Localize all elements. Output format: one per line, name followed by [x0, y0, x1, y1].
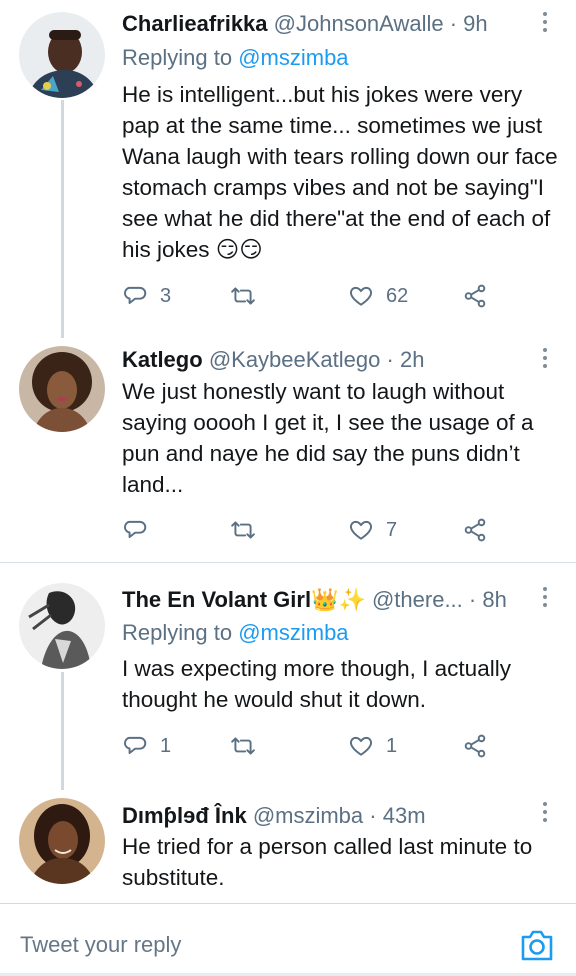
more-icon[interactable] [537, 348, 553, 372]
reply-icon [123, 520, 147, 539]
retweet-icon [231, 737, 255, 755]
separator: · [369, 803, 377, 828]
avatar[interactable] [19, 798, 105, 884]
tweet-3[interactable]: The En Volant Girl👑✨ @there... · 8h Repl… [0, 563, 576, 788]
more-icon[interactable] [537, 802, 553, 826]
tweet-text: I was expecting more though, I actually … [122, 656, 511, 712]
tweet-actions: 3 62 [122, 281, 522, 311]
tweet-actions: 7 [122, 515, 522, 545]
timestamp[interactable]: 2h [400, 347, 424, 372]
like-icon [350, 286, 372, 306]
display-name[interactable]: Dımƥlɘđ Înk [122, 803, 247, 828]
tweet-header: Dımƥlɘđ Înk @mszimba · 43m [122, 802, 536, 830]
share-icon [464, 518, 486, 542]
separator: · [449, 11, 458, 36]
reply-input[interactable]: Tweet your reply [20, 932, 181, 958]
reply-button[interactable] [122, 515, 148, 545]
tweet-header: Charlieafrikka @JohnsonAwalle · 9h [122, 10, 536, 38]
like-icon [350, 520, 372, 540]
retweet-button[interactable] [230, 515, 256, 545]
reply-composer: Tweet your reply [0, 903, 576, 976]
like-count: 1 [386, 734, 398, 757]
user-handle[interactable]: @mszimba [253, 803, 363, 828]
mention-link[interactable]: @mszimba [238, 45, 348, 70]
like-icon [350, 736, 372, 756]
share-button[interactable] [462, 281, 488, 311]
reply-icon [123, 286, 147, 305]
more-icon[interactable] [537, 12, 553, 36]
retweet-icon [231, 521, 255, 539]
replying-to-label: Replying to [122, 45, 233, 70]
avatar[interactable] [19, 12, 105, 98]
tweet-text: He is intelligent...but his jokes were v… [122, 82, 558, 262]
tweet-text: He tried for a person called last minute… [122, 834, 533, 890]
share-icon [464, 284, 486, 308]
avatar[interactable] [19, 583, 105, 669]
tweet-text: We just honestly want to laugh without s… [122, 379, 534, 497]
avatar[interactable] [19, 346, 105, 432]
like-count: 7 [386, 518, 398, 541]
tweet-header: Katlego @KaybeeKatlego · 2h [122, 346, 536, 374]
timestamp[interactable]: 43m [383, 803, 426, 828]
like-button[interactable]: 1 [348, 731, 397, 761]
timestamp[interactable]: 9h [463, 11, 487, 36]
tweet-actions: 1 1 [122, 731, 522, 761]
display-name[interactable]: The En Volant Girl👑✨ [122, 587, 366, 612]
more-icon[interactable] [537, 587, 553, 611]
camera-icon[interactable] [519, 928, 555, 962]
mention-link[interactable]: @mszimba [238, 620, 348, 645]
share-button[interactable] [462, 731, 488, 761]
like-button[interactable]: 7 [348, 515, 397, 545]
display-name[interactable]: Charlieafrikka [122, 11, 268, 36]
reply-button[interactable]: 1 [122, 731, 171, 761]
like-button[interactable]: 62 [348, 281, 408, 311]
user-handle[interactable]: @JohnsonAwalle [274, 11, 444, 36]
share-button[interactable] [462, 515, 488, 545]
tweet-1[interactable]: Charlieafrikka @JohnsonAwalle · 9h Reply… [0, 0, 576, 340]
replying-to-label: Replying to [122, 620, 233, 645]
separator: · [468, 587, 477, 612]
retweet-button[interactable] [230, 731, 256, 761]
retweet-button[interactable] [230, 281, 256, 311]
reply-count: 1 [160, 734, 172, 757]
reply-count: 3 [160, 284, 172, 307]
display-name[interactable]: Katlego [122, 347, 203, 372]
retweet-icon [231, 287, 255, 305]
tweet-4[interactable]: Dımƥlɘđ Înk @mszimba · 43m He tried for … [0, 788, 576, 903]
reply-icon [123, 736, 147, 755]
replying-to: Replying to @mszimba [122, 619, 349, 647]
tweet-header: The En Volant Girl👑✨ @there... · 8h [122, 586, 536, 614]
tweet-2[interactable]: Katlego @KaybeeKatlego · 2h We just hone… [0, 340, 576, 563]
separator: · [386, 347, 394, 372]
user-handle[interactable]: @there... [372, 587, 463, 612]
replying-to: Replying to @mszimba [122, 44, 349, 72]
share-icon [464, 734, 486, 758]
like-count: 62 [386, 284, 409, 307]
reply-button[interactable]: 3 [122, 281, 171, 311]
user-handle[interactable]: @KaybeeKatlego [209, 347, 381, 372]
timestamp[interactable]: 8h [482, 587, 506, 612]
